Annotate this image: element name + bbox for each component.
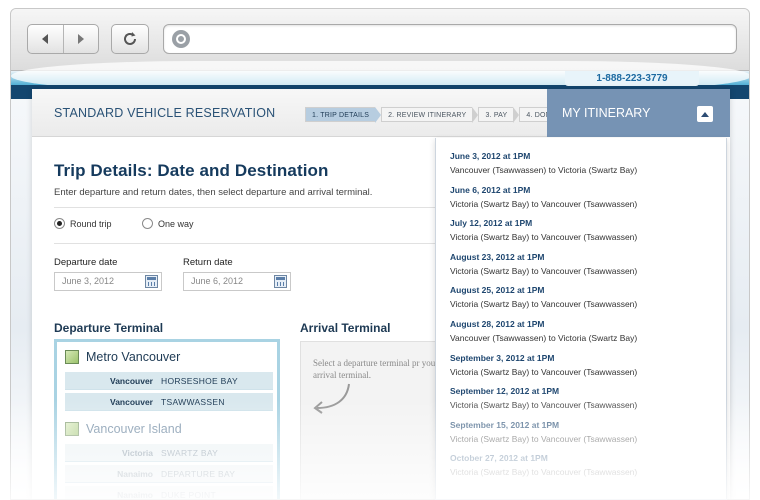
itinerary-item[interactable]: June 6, 2012 at 1PM Victoria (Swartz Bay)… <box>450 185 637 209</box>
terminal-option[interactable]: Vancouver HORSESHOE BAY <box>65 372 273 390</box>
back-button[interactable] <box>28 25 63 53</box>
terminal-name: TSAWWASSEN <box>161 396 225 407</box>
terminal-city: Nanaimo <box>117 489 153 500</box>
itinerary-route: Victoria (Swartz Bay) to Vancouver (Tsaw… <box>450 265 638 276</box>
itinerary-title: MY ITINERARY <box>562 106 651 120</box>
terminal-option[interactable]: Nanaimo DUKE POINT <box>65 486 273 500</box>
itinerary-route: Victoria (Swartz Bay) to Vancouver (Tsaw… <box>450 198 638 209</box>
globe-icon <box>172 30 190 48</box>
forward-button[interactable] <box>62 25 99 53</box>
url-bar[interactable] <box>163 24 737 54</box>
itinerary-item[interactable]: September 3, 2012 at 1PM Victoria (Swartz… <box>450 353 637 377</box>
divider <box>54 207 454 208</box>
terminal-option[interactable]: Victoria SWARTZ BAY <box>65 444 273 462</box>
radio-unselected-icon <box>142 218 153 229</box>
terminal-name: DUKE POINT <box>161 489 216 500</box>
step-pay[interactable]: 3. PAY <box>478 107 514 122</box>
curved-arrow-icon <box>313 383 350 414</box>
terminal-city: Victoria <box>121 447 153 458</box>
terminal-option[interactable]: Nanaimo DEPARTURE BAY <box>65 465 273 483</box>
region-name: Metro Vancouver <box>86 350 181 364</box>
itinerary-date: August 23, 2012 at 1PM <box>450 251 545 262</box>
region-metro-vancouver[interactable]: Metro Vancouver <box>65 350 180 364</box>
reload-icon <box>124 32 136 45</box>
instructions-text: Enter departure and return dates, then s… <box>54 187 373 198</box>
round-trip-radio[interactable]: Round trip <box>54 218 112 229</box>
itinerary-item[interactable]: August 28, 2012 at 1PM Vancouver (Tsawwas… <box>450 319 637 343</box>
collapse-toggle-icon[interactable] <box>697 106 713 122</box>
departure-date-field[interactable]: June 3, 2012 <box>54 272 162 291</box>
itinerary-date: June 6, 2012 at 1PM <box>450 184 531 195</box>
reload-button[interactable] <box>111 24 149 54</box>
panel-header: STANDARD VEHICLE RESERVATION 1. TRIP DET… <box>32 89 730 137</box>
departure-terminal-heading: Departure Terminal <box>54 321 164 335</box>
nav-buttons <box>27 24 99 54</box>
region-map-icon <box>65 350 79 364</box>
terminal-city: Nanaimo <box>117 468 153 479</box>
radio-selected-icon <box>54 218 65 229</box>
itinerary-route: Victoria (Swartz Bay) to Vancouver (Tsaw… <box>450 299 638 310</box>
page-title: STANDARD VEHICLE RESERVATION <box>54 106 276 120</box>
return-date-label: Return date <box>183 257 233 268</box>
itinerary-date: August 25, 2012 at 1PM <box>450 285 545 296</box>
departure-terminal-list: Metro Vancouver Vancouver HORSESHOE BAY … <box>54 339 280 500</box>
terminal-name: DEPARTURE BAY <box>161 468 236 479</box>
return-date-placeholder: June 6, 2012 <box>191 276 244 286</box>
departure-date-label: Departure date <box>54 257 118 268</box>
itinerary-route: Vancouver (Tsawwassen) to Victoria (Swar… <box>450 333 638 343</box>
arrival-hint: Select a departure terminal pr your arri… <box>313 358 439 380</box>
itinerary-route: Victoria (Swartz Bay) to Vancouver (Tsaw… <box>450 366 638 377</box>
region-map-icon <box>65 422 79 436</box>
itinerary-date: July 12, 2012 at 1PM <box>450 218 533 229</box>
itinerary-date: September 3, 2012 at 1PM <box>450 352 555 363</box>
one-way-radio[interactable]: One way <box>142 218 194 229</box>
step-review-itinerary[interactable]: 2. REVIEW ITINERARY <box>381 107 473 122</box>
divider <box>54 243 454 244</box>
itinerary-item[interactable]: August 23, 2012 at 1PM Victoria (Swartz B… <box>450 252 637 276</box>
arrow-right-icon <box>77 34 84 44</box>
round-trip-label: Round trip <box>70 218 112 229</box>
itinerary-item[interactable]: August 25, 2012 at 1PM Victoria (Swartz B… <box>450 285 637 309</box>
region-vancouver-island[interactable]: Vancouver Island <box>65 422 182 436</box>
region-name: Vancouver Island <box>86 422 182 436</box>
progress-steps: 1. TRIP DETAILS 2. REVIEW ITINERARY 3. P… <box>305 107 563 123</box>
terminal-city: Vancouver <box>110 375 153 386</box>
itinerary-header[interactable]: MY ITINERARY <box>547 89 730 137</box>
itinerary-item[interactable]: June 3, 2012 at 1PM Vancouver (Tsawwassen… <box>450 151 637 175</box>
itinerary-route: Victoria (Swartz Bay) to Vancouver (Tsaw… <box>450 232 638 243</box>
list-fade <box>436 389 726 499</box>
itinerary-date: August 28, 2012 at 1PM <box>450 319 545 329</box>
terminal-name: SWARTZ BAY <box>161 447 219 458</box>
arrow-left-icon <box>42 34 49 44</box>
calendar-icon[interactable] <box>274 275 287 288</box>
one-way-label: One way <box>158 218 194 229</box>
departure-date-placeholder: June 3, 2012 <box>62 276 115 286</box>
terminal-city: Vancouver <box>110 396 153 407</box>
itinerary-route: Vancouver (Tsawwassen) to Victoria (Swar… <box>450 165 638 175</box>
itinerary-date: June 3, 2012 at 1PM <box>450 151 531 161</box>
return-date-field[interactable]: June 6, 2012 <box>183 272 291 291</box>
terminal-option[interactable]: Vancouver TSAWWASSEN <box>65 393 273 411</box>
step-trip-details[interactable]: 1. TRIP DETAILS <box>305 107 376 122</box>
itinerary-item[interactable]: July 12, 2012 at 1PM Victoria (Swartz Bay… <box>450 218 637 242</box>
calendar-icon[interactable] <box>145 275 158 288</box>
section-heading: Trip Details: Date and Destination <box>54 161 329 180</box>
phone-number[interactable]: 1-888-223-3779 <box>565 71 699 86</box>
itinerary-dropdown[interactable]: June 3, 2012 at 1PM Vancouver (Tsawwassen… <box>435 138 727 500</box>
terminal-name: HORSESHOE BAY <box>161 375 238 386</box>
arrival-terminal-heading: Arrival Terminal <box>300 321 391 335</box>
